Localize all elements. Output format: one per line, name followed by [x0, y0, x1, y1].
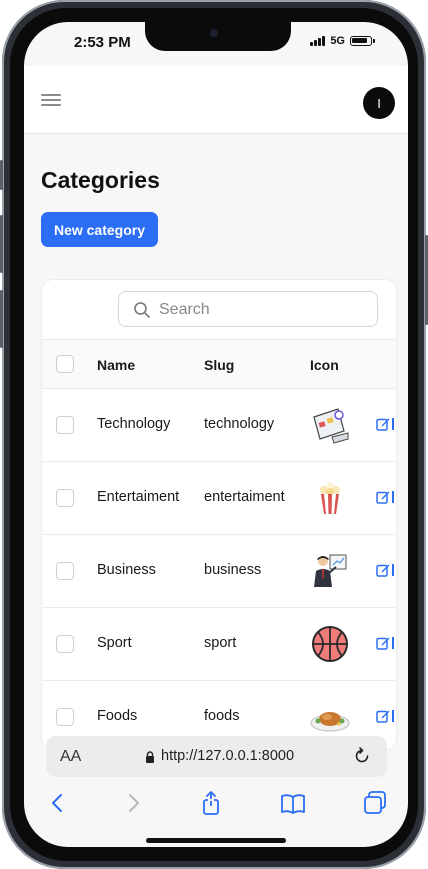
categories-table: Name Slug Icon Technology technology Ent… — [42, 339, 396, 750]
table-row: Entertaiment entertaiment — [42, 461, 396, 534]
volume-up-button — [0, 215, 3, 273]
category-slug: entertaiment — [204, 489, 285, 505]
search-placeholder: Search — [159, 301, 210, 318]
edit-icon[interactable] — [376, 709, 390, 723]
categories-table-card: Search Name Slug Icon Technology technol… — [41, 279, 397, 751]
user-avatar[interactable]: I — [363, 87, 395, 119]
edit-icon[interactable] — [376, 563, 390, 577]
category-slug: business — [204, 562, 262, 578]
popcorn-icon — [320, 482, 340, 514]
status-time: 2:53 PM — [74, 34, 131, 51]
column-header-slug[interactable]: Slug — [204, 357, 234, 373]
mute-switch — [0, 160, 3, 190]
category-name: Foods — [97, 708, 138, 724]
edit-icon[interactable] — [376, 636, 390, 650]
edit-icon[interactable] — [376, 490, 390, 504]
app-header: I — [24, 66, 408, 134]
tabs-icon[interactable] — [362, 790, 388, 816]
table-row: Technology technology — [42, 388, 396, 461]
row-checkbox[interactable] — [56, 489, 74, 507]
page-title: Categories — [41, 167, 160, 193]
screen: 2:53 PM 5G I Categories New category Sea… — [24, 22, 408, 847]
businessman-presentation-icon — [314, 554, 347, 587]
category-slug: foods — [204, 708, 240, 724]
row-checkbox[interactable] — [56, 708, 74, 726]
browser-toolbar — [24, 790, 408, 820]
row-checkbox[interactable] — [56, 635, 74, 653]
table-header-row: Name Slug Icon — [42, 339, 396, 388]
text-size-button[interactable]: AA — [60, 748, 81, 766]
row-checkbox[interactable] — [56, 562, 74, 580]
search-input[interactable]: Search — [118, 291, 378, 327]
category-name: Technology — [97, 416, 171, 432]
edit-label-cutoff[interactable] — [392, 491, 394, 503]
lock-icon — [146, 751, 154, 763]
category-name: Sport — [97, 635, 132, 651]
url-text[interactable]: http://127.0.0.1:8000 — [161, 748, 294, 764]
tech-dashboard-icon — [313, 408, 349, 444]
edit-label-cutoff[interactable] — [392, 564, 394, 576]
volume-down-button — [0, 290, 3, 348]
battery-icon — [350, 36, 375, 46]
category-slug: sport — [204, 635, 237, 651]
edit-label-cutoff[interactable] — [392, 710, 394, 722]
category-slug: technology — [204, 416, 275, 432]
phone-frame: 2:53 PM 5G I Categories New category Sea… — [0, 0, 428, 869]
signal-icon — [310, 36, 326, 46]
column-header-icon: Icon — [310, 357, 339, 373]
edit-label-cutoff[interactable] — [392, 637, 394, 649]
home-indicator[interactable] — [146, 838, 286, 843]
notch — [145, 22, 291, 51]
basketball-icon — [312, 626, 348, 662]
hamburger-menu-icon[interactable] — [41, 94, 61, 106]
search-icon — [134, 302, 150, 318]
status-indicators: 5G — [310, 35, 375, 47]
edit-icon[interactable] — [376, 417, 390, 431]
browser-address-bar[interactable]: AA http://127.0.0.1:8000 — [46, 736, 387, 777]
back-icon[interactable] — [45, 790, 71, 816]
share-icon[interactable] — [198, 790, 224, 816]
edit-label-cutoff[interactable] — [392, 418, 394, 430]
category-name: Entertaiment — [97, 489, 180, 505]
row-checkbox[interactable] — [56, 416, 74, 434]
new-category-button[interactable]: New category — [41, 212, 158, 247]
roast-chicken-icon — [310, 712, 350, 732]
reload-icon[interactable] — [353, 747, 371, 765]
select-all-checkbox[interactable] — [56, 355, 74, 373]
camera-icon — [210, 29, 218, 37]
column-header-name[interactable]: Name — [97, 357, 135, 373]
bookmarks-icon[interactable] — [280, 790, 306, 816]
network-label: 5G — [330, 35, 345, 47]
table-row: Business business — [42, 534, 396, 607]
forward-icon[interactable] — [120, 790, 146, 816]
table-row: Sport sport — [42, 607, 396, 680]
category-name: Business — [97, 562, 156, 578]
